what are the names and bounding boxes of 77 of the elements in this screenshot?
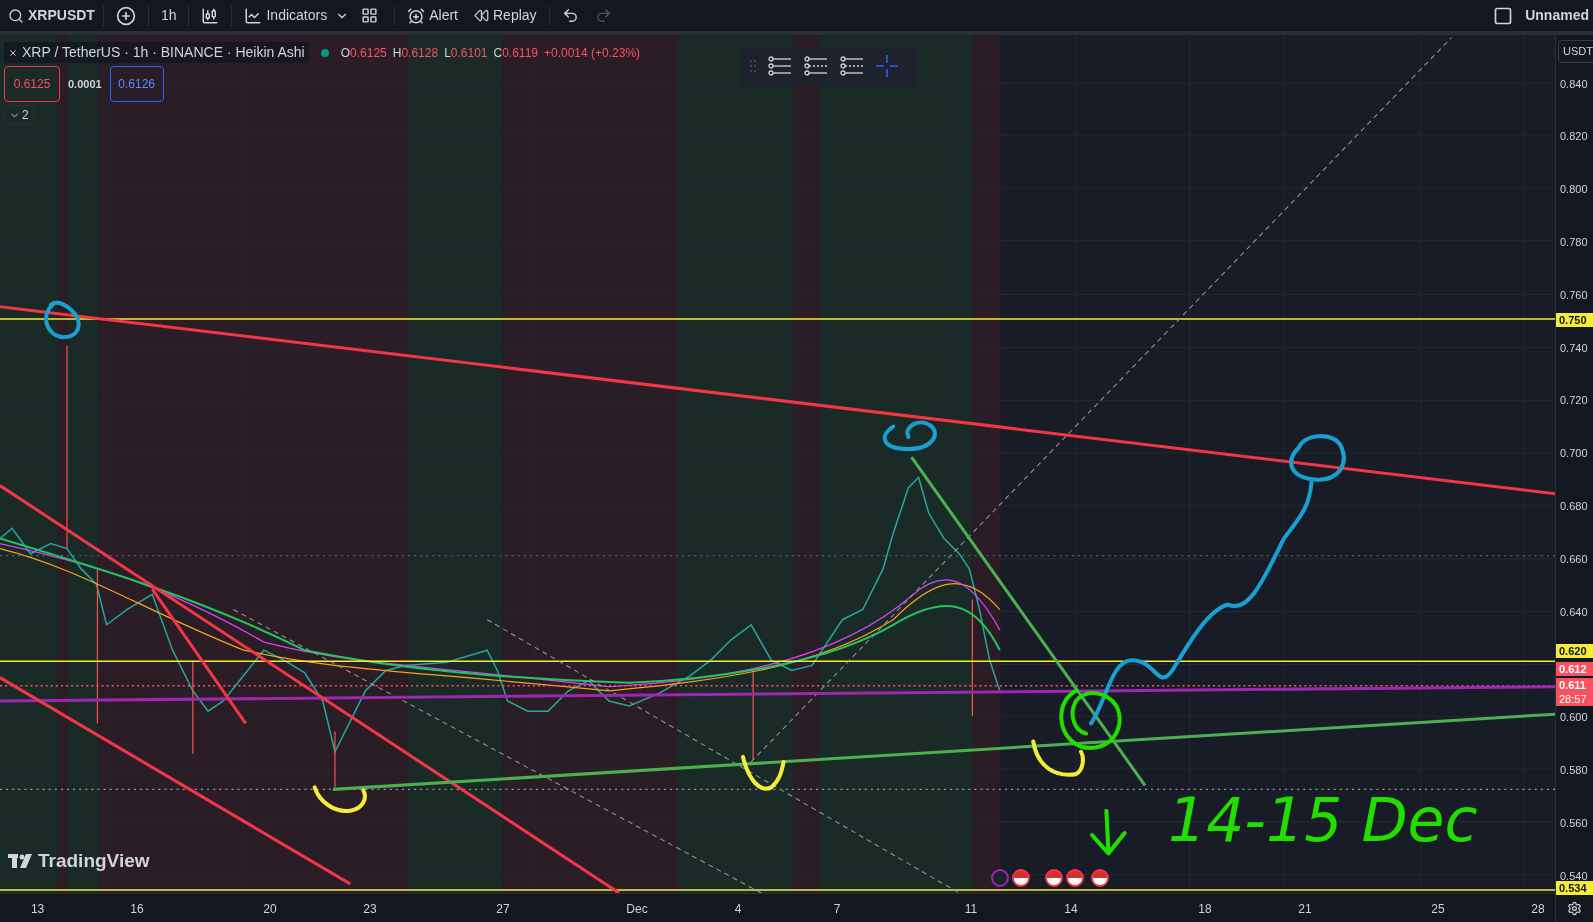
price-marker: 0.750 [1556, 313, 1593, 327]
price-tick: 0.740 [1560, 340, 1588, 355]
event-flag-icon[interactable] [1091, 869, 1109, 887]
interval-button[interactable]: 1h [152, 5, 185, 26]
price-tick: 0.800 [1560, 182, 1588, 197]
price-tick: 0.600 [1560, 710, 1588, 725]
time-tick: 21 [1298, 901, 1312, 918]
price-tick: 0.720 [1560, 393, 1588, 408]
spread-value: 0.0001 [68, 76, 102, 92]
event-flag-icon[interactable] [1045, 869, 1063, 887]
line-tool-icon[interactable] [768, 56, 792, 76]
time-tick: 14 [1064, 901, 1078, 918]
handwritten-curve [1031, 739, 1085, 777]
ohlc-value: H0.6128 [392, 44, 439, 62]
time-tick: 25 [1431, 901, 1445, 918]
price-tick: 0.780 [1560, 234, 1588, 249]
price-change: +0.0014 (+0.23%) [544, 44, 641, 62]
time-tick: 18 [1198, 901, 1212, 918]
price-marker: 0.611 28:57 [1556, 678, 1593, 706]
event-flag-icon[interactable] [1066, 869, 1084, 887]
time-tick: 23 [363, 901, 377, 918]
undo-icon[interactable] [561, 7, 579, 24]
ohlc-value: O0.6125 [340, 44, 387, 62]
time-tick: 13 [30, 901, 45, 918]
chart-title[interactable]: XRP / TetherUS · 1h · BINANCE · Heikin Ashi [4, 42, 309, 63]
handwritten-curve [312, 785, 367, 813]
time-tick: 28 [1531, 901, 1545, 918]
price-tick: 0.680 [1560, 498, 1588, 513]
price-tick: 0.820 [1560, 129, 1588, 144]
checkbox-icon[interactable] [1493, 5, 1514, 26]
event-flag-icon[interactable] [1012, 869, 1030, 887]
logo-icon [8, 853, 34, 868]
sell-button[interactable]: 0.6125 [4, 66, 60, 102]
grid-icon[interactable] [361, 7, 379, 24]
ohlc-value: C0.6119 [493, 44, 538, 62]
time-tick: 4 [734, 901, 742, 918]
price-tick: 0.560 [1560, 815, 1588, 830]
time-tick: 7 [833, 901, 841, 918]
alarm-clock-icon [407, 6, 426, 25]
drag-handle-icon[interactable] [750, 60, 756, 72]
watermark-logo-text: TradingView [38, 848, 150, 873]
handwritten-note: 14-15 Dec [1168, 790, 1478, 850]
line-tool-icon[interactable] [804, 56, 828, 76]
price-tick: 0.840 [1560, 76, 1588, 91]
handwritten-curve [740, 754, 786, 791]
time-tick: Dec [626, 901, 648, 918]
settings-icon[interactable] [1567, 900, 1582, 916]
price-tick: 0.540 [1560, 868, 1588, 883]
replay-button[interactable]: Replay [466, 5, 545, 26]
alert-button[interactable]: Alert [399, 5, 466, 26]
candles-icon[interactable] [201, 6, 220, 25]
price-tick: 0.640 [1560, 604, 1588, 619]
time-tick: 11 [964, 901, 978, 918]
price-marker: 0.534 [1556, 881, 1593, 895]
time-tick: 16 [130, 901, 144, 918]
price-tick: 0.760 [1560, 287, 1588, 302]
buy-button[interactable]: 0.6126 [109, 66, 164, 102]
chart-line-icon [244, 6, 263, 25]
price-marker: 0.620 [1556, 644, 1593, 658]
currency-label[interactable]: USDT [1558, 40, 1593, 63]
price-marker: 0.612 [1556, 662, 1593, 676]
handwritten-arrow [1090, 808, 1127, 856]
collapse-button[interactable]: 2 [4, 105, 34, 125]
search-icon [8, 7, 24, 24]
price-tick: 0.580 [1560, 762, 1588, 777]
price-tick: 0.700 [1560, 446, 1588, 461]
close-icon[interactable] [8, 47, 18, 58]
layout-name[interactable]: Unnamed [1525, 5, 1589, 26]
time-tick: 20 [263, 901, 277, 918]
add-symbol-icon[interactable] [115, 5, 136, 26]
symbol-search-button[interactable]: XRPUSDT [4, 5, 99, 26]
rewind-icon [474, 8, 489, 23]
price-tick: 0.660 [1560, 551, 1588, 566]
line-tool-icon[interactable] [840, 56, 864, 76]
time-tick: 27 [496, 901, 510, 918]
indicators-button[interactable]: Indicators [236, 5, 336, 26]
ohlc-value: L0.6101 [444, 44, 488, 62]
